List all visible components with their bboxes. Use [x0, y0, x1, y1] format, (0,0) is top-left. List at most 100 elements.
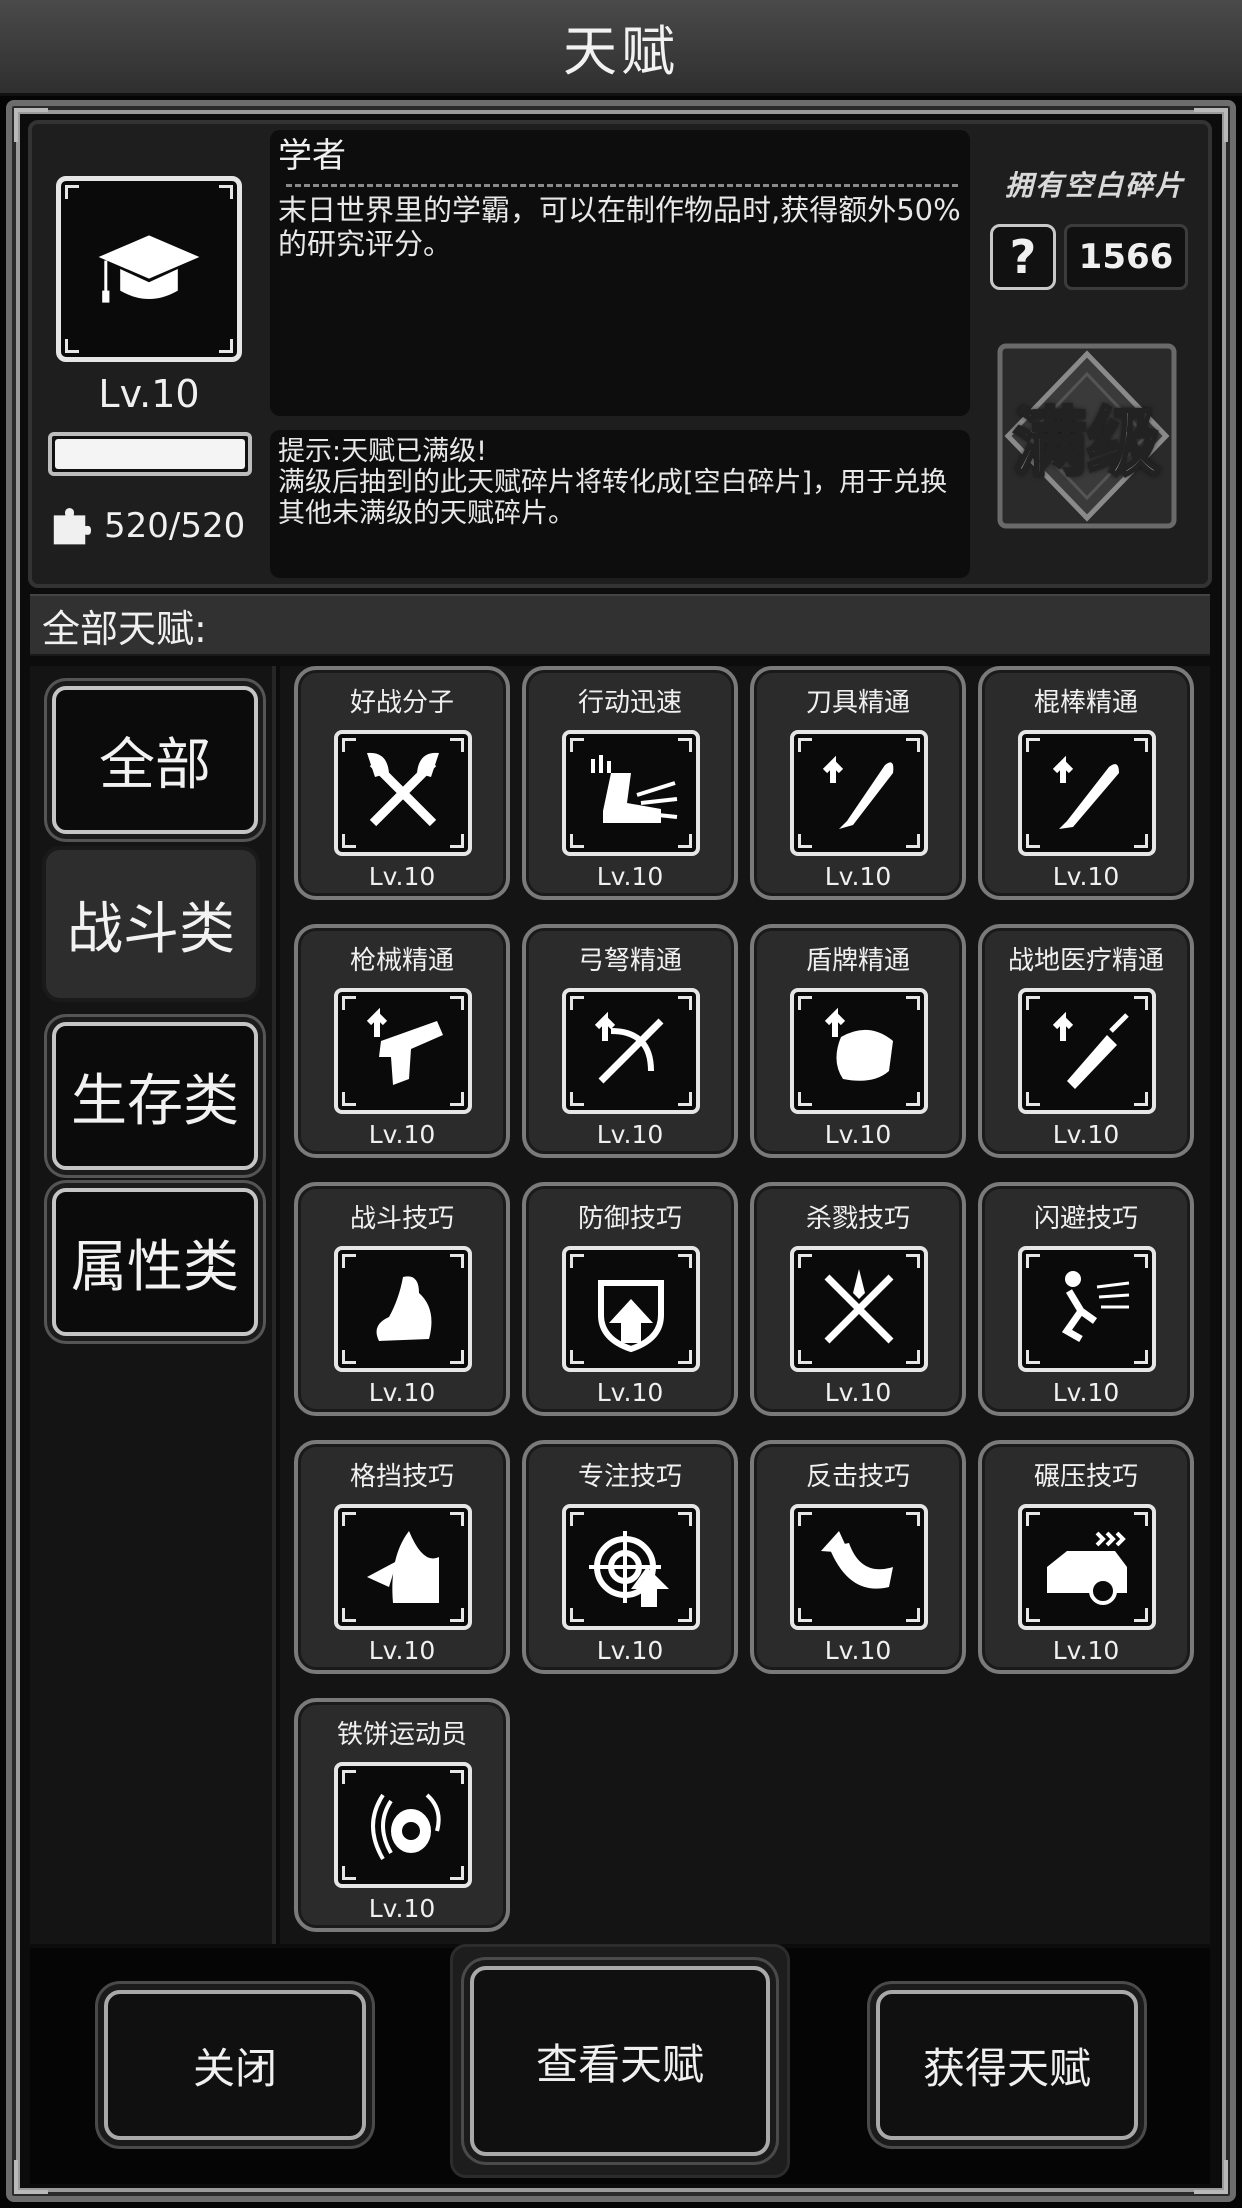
- category-all-button[interactable]: 全部: [52, 686, 258, 834]
- view-talent-button[interactable]: 查看天赋: [470, 1966, 770, 2156]
- talent-description-box: 学者 末日世界里的学霸，可以在制作物品时,获得额外50%的研究评分。: [270, 130, 970, 416]
- talent-card-icon-box: [562, 1246, 700, 1372]
- hint-line-2: 满级后抽到的此天赋碎片将转化成[空白碎片]，用于兑换其他未满级的天赋碎片。: [278, 467, 948, 529]
- talent-card[interactable]: 杀戮技巧 Lv.10: [750, 1182, 966, 1416]
- talent-card[interactable]: 枪械精通 Lv.10: [294, 924, 510, 1158]
- talent-card-level: Lv.10: [824, 862, 892, 891]
- talent-card[interactable]: 行动迅速 Lv.10: [522, 666, 738, 900]
- crossbow-icon: [594, 1011, 664, 1084]
- talent-card[interactable]: 防御技巧 Lv.10: [522, 1182, 738, 1416]
- talent-card-icon-box: [1018, 730, 1156, 856]
- talent-card-icon-box: [790, 1246, 928, 1372]
- talent-description: 末日世界里的学霸，可以在制作物品时,获得额外50%的研究评分。: [278, 193, 961, 261]
- talent-card[interactable]: 铁饼运动员 Lv.10: [294, 1698, 510, 1932]
- crossed-swords-icon: [824, 1269, 894, 1344]
- category-survival-button[interactable]: 生存类: [52, 1022, 258, 1170]
- talent-card[interactable]: 战斗技巧 Lv.10: [294, 1182, 510, 1416]
- crosshair-icon: [589, 1531, 669, 1607]
- blank-fragment-title: 拥有空白碎片: [1004, 169, 1185, 202]
- talent-card-name: 战斗技巧: [349, 1204, 454, 1234]
- page-title: 天赋: [563, 20, 679, 83]
- talent-card-name: 刀具精通: [805, 688, 910, 718]
- car-crush-icon: [1047, 1531, 1127, 1605]
- talent-card-level: Lv.10: [1052, 1378, 1120, 1407]
- talent-card-icon-box: [562, 730, 700, 856]
- talent-name: 学者: [278, 136, 346, 176]
- talent-card-level: Lv.10: [368, 1894, 436, 1923]
- talent-card-level: Lv.10: [368, 862, 436, 891]
- max-level-badge: 满级: [994, 340, 1180, 532]
- talent-grid: 好战分子 Lv.10 行动迅速 Lv.10 刀具精通 Lv.10 棍棒精通 Lv.10 枪械精通…: [280, 666, 1210, 1944]
- talent-card-level: Lv.10: [596, 862, 664, 891]
- bat-icon: [1052, 755, 1119, 829]
- talent-card-name: 碾压技巧: [1033, 1462, 1138, 1492]
- talent-card-name: 好战分子: [349, 688, 454, 718]
- max-level-text: 满级: [1012, 398, 1163, 487]
- graduation-cap-icon: [98, 235, 200, 303]
- talent-card-icon-box: [562, 1504, 700, 1630]
- talent-card-name: 防御技巧: [577, 1204, 682, 1234]
- talent-card-icon-box: [790, 730, 928, 856]
- fragment-count-text: 520/520: [104, 506, 246, 546]
- talent-card-level: Lv.10: [368, 1636, 436, 1665]
- talent-card-name: 枪械精通: [349, 946, 454, 976]
- talent-card-level: Lv.10: [1052, 1120, 1120, 1149]
- talent-card[interactable]: 弓弩精通 Lv.10: [522, 924, 738, 1158]
- close-button[interactable]: 关闭: [104, 1990, 366, 2140]
- talent-card-level: Lv.10: [824, 1378, 892, 1407]
- talent-card[interactable]: 棍棒精通 Lv.10: [978, 666, 1194, 900]
- talent-card-level: Lv.10: [596, 1378, 664, 1407]
- talent-card-icon-box: [562, 988, 700, 1114]
- talent-card-name: 格挡技巧: [349, 1462, 454, 1492]
- talent-card-icon-box: [334, 730, 472, 856]
- discus-icon: [371, 1793, 441, 1861]
- talent-card[interactable]: 刀具精通 Lv.10: [750, 666, 966, 900]
- talent-card-level: Lv.10: [368, 1120, 436, 1149]
- running-boot-icon: [591, 755, 678, 823]
- obtain-talent-button[interactable]: 获得天赋: [876, 1990, 1138, 2140]
- section-title: 全部天赋:: [42, 606, 207, 651]
- talent-card-icon-box: [1018, 1246, 1156, 1372]
- selected-talent-level: Lv.10: [98, 372, 200, 416]
- talent-card-name: 盾牌精通: [805, 946, 910, 976]
- talent-card-name: 杀戮技巧: [805, 1204, 910, 1234]
- talent-card[interactable]: 专注技巧 Lv.10: [522, 1440, 738, 1674]
- talent-card[interactable]: 战地医疗精通 Lv.10: [978, 924, 1194, 1158]
- fragment-progress-bar: [48, 432, 252, 476]
- pistol-icon: [366, 1007, 443, 1085]
- section-header: 全部天赋:: [30, 594, 1210, 656]
- talent-card[interactable]: 盾牌精通 Lv.10: [750, 924, 966, 1158]
- flexed-arm-icon: [376, 1276, 432, 1341]
- category-combat-button[interactable]: 战斗类: [46, 850, 256, 998]
- talent-card-name: 弓弩精通: [577, 946, 682, 976]
- talent-card-level: Lv.10: [596, 1636, 664, 1665]
- talent-card-icon-box: [334, 1246, 472, 1372]
- talent-card[interactable]: 碾压技巧 Lv.10: [978, 1440, 1194, 1674]
- fragment-count: 520/520: [48, 498, 258, 554]
- talent-card[interactable]: 闪避技巧 Lv.10: [978, 1182, 1194, 1416]
- talent-card[interactable]: 好战分子 Lv.10: [294, 666, 510, 900]
- blank-fragment-count: 1566: [1064, 224, 1188, 290]
- shield-icon: [824, 1007, 893, 1081]
- talent-card-icon-box: [1018, 988, 1156, 1114]
- talent-card-name: 闪避技巧: [1033, 1204, 1138, 1234]
- talent-card[interactable]: 反击技巧 Lv.10: [750, 1440, 966, 1674]
- counter-icon: [821, 1531, 893, 1589]
- talent-card[interactable]: 格挡技巧 Lv.10: [294, 1440, 510, 1674]
- category-sidebar: 全部 战斗类 生存类 属性类: [30, 666, 276, 1944]
- dodge-icon: [1061, 1271, 1130, 1343]
- talent-card-name: 棍棒精通: [1033, 688, 1138, 718]
- talent-card-level: Lv.10: [1052, 1636, 1120, 1665]
- talent-card-level: Lv.10: [596, 1120, 664, 1149]
- puzzle-piece-icon: [53, 507, 92, 545]
- hint-box: 提示:天赋已满级! 满级后抽到的此天赋碎片将转化成[空白碎片]，用于兑换其他未满…: [270, 430, 970, 578]
- talent-card-level: Lv.10: [824, 1636, 892, 1665]
- talent-card-icon-box: [334, 988, 472, 1114]
- hint-line-1: 提示:天赋已满级!: [278, 436, 487, 467]
- category-attribute-button[interactable]: 属性类: [52, 1188, 258, 1336]
- shield-arrow-icon: [598, 1280, 664, 1353]
- talent-card-level: Lv.10: [1052, 862, 1120, 891]
- talent-card-name: 铁饼运动员: [336, 1720, 467, 1750]
- talent-card-icon-box: [1018, 1504, 1156, 1630]
- machete-icon: [822, 755, 894, 829]
